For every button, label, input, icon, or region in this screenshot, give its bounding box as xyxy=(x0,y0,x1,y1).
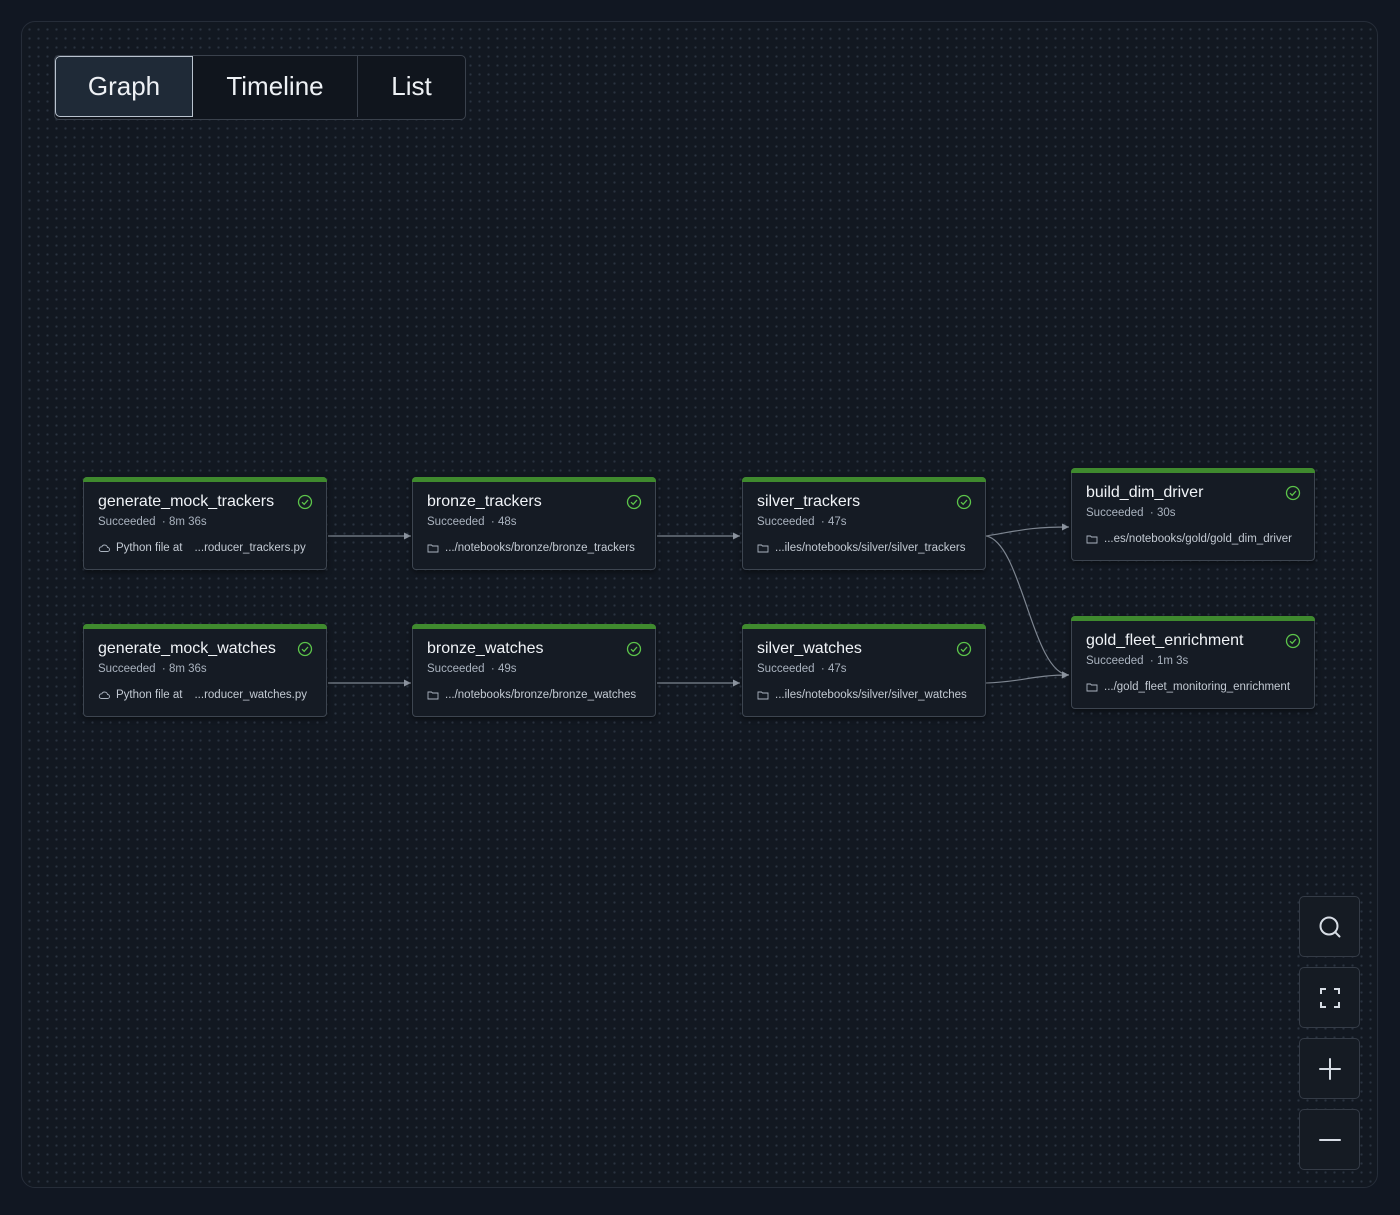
task-node-gold-fleet-enrichment[interactable]: gold_fleet_enrichment Succeeded · 1m 3s … xyxy=(1071,616,1315,709)
source-prefix: Python file at xyxy=(116,542,183,554)
search-button[interactable] xyxy=(1299,896,1360,957)
status-bar xyxy=(83,624,327,629)
task-status: Succeeded xyxy=(757,516,815,528)
task-status: Succeeded xyxy=(98,516,156,528)
graph-canvas[interactable]: Graph Timeline List generate_mock_tracke… xyxy=(21,21,1378,1188)
task-status: Succeeded xyxy=(757,663,815,675)
status-bar xyxy=(1071,616,1315,621)
source-path: .../gold_fleet_monitoring_enrichment xyxy=(1104,681,1291,693)
source-path: .../notebooks/bronze/bronze_watches xyxy=(445,689,637,701)
task-status-line: Succeeded · 47s xyxy=(757,663,847,675)
folder-icon xyxy=(757,691,769,700)
task-duration: 48s xyxy=(497,516,517,528)
task-source: .../notebooks/bronze/bronze_watches xyxy=(427,689,636,701)
task-duration: 47s xyxy=(827,516,847,528)
edge-silver-watches-to-gold-fleet-enrichment xyxy=(985,671,1070,684)
source-path: ...roducer_watches.py xyxy=(194,689,307,701)
task-title: generate_mock_trackers xyxy=(98,493,275,510)
task-status: Succeeded xyxy=(1086,655,1144,667)
folder-icon xyxy=(1086,683,1098,692)
check-circle-icon xyxy=(1285,633,1301,649)
task-title: build_dim_driver xyxy=(1086,484,1204,501)
task-node-generate-mock-trackers[interactable]: generate_mock_trackers Succeeded · 8m 36… xyxy=(83,477,327,570)
tab-timeline[interactable]: Timeline xyxy=(193,56,358,117)
folder-icon xyxy=(427,544,439,553)
task-status-line: Succeeded · 48s xyxy=(427,516,517,528)
task-source: ...iles/notebooks/silver/silver_watches xyxy=(757,689,967,701)
status-bar xyxy=(742,624,986,629)
task-node-silver-watches[interactable]: silver_watches Succeeded · 47s ...iles/n… xyxy=(742,624,986,717)
status-bar xyxy=(1071,468,1315,473)
task-source: .../notebooks/bronze/bronze_trackers xyxy=(427,542,635,554)
check-circle-icon xyxy=(956,494,972,510)
task-status: Succeeded xyxy=(427,663,485,675)
check-circle-icon xyxy=(297,494,313,510)
task-duration: 47s xyxy=(827,663,847,675)
folder-icon xyxy=(757,544,769,553)
task-duration: 1m 3s xyxy=(1156,655,1189,667)
tab-graph[interactable]: Graph xyxy=(55,56,193,117)
source-path: .../notebooks/bronze/bronze_trackers xyxy=(445,542,635,554)
task-status: Succeeded xyxy=(98,663,156,675)
task-node-bronze-watches[interactable]: bronze_watches Succeeded · 49s .../noteb… xyxy=(412,624,656,717)
source-path: ...es/notebooks/gold/gold_dim_driver xyxy=(1104,533,1292,545)
fullscreen-icon xyxy=(1319,987,1340,1008)
task-source: Python file at ...roducer_trackers.py xyxy=(98,542,306,554)
source-path: ...roducer_trackers.py xyxy=(194,542,306,554)
task-duration: 8m 36s xyxy=(168,663,207,675)
task-status-line: Succeeded · 8m 36s xyxy=(98,516,207,528)
tab-list[interactable]: List xyxy=(358,56,465,117)
task-status-line: Succeeded · 1m 3s xyxy=(1086,655,1189,667)
status-bar xyxy=(412,477,656,482)
dependency-edges xyxy=(328,523,1070,687)
task-source: Python file at ...roducer_watches.py xyxy=(98,689,307,701)
task-title: silver_trackers xyxy=(757,493,861,510)
folder-icon xyxy=(1086,535,1098,544)
task-title: gold_fleet_enrichment xyxy=(1086,632,1244,649)
source-path: ...iles/notebooks/silver/silver_watches xyxy=(775,689,967,701)
minus-icon xyxy=(1318,1138,1341,1141)
check-circle-icon xyxy=(626,641,642,657)
task-node-bronze-trackers[interactable]: bronze_trackers Succeeded · 48s .../note… xyxy=(412,477,656,570)
status-bar xyxy=(412,624,656,629)
plus-icon xyxy=(1318,1057,1341,1080)
fit-view-button[interactable] xyxy=(1299,967,1360,1028)
task-duration: 49s xyxy=(497,663,517,675)
task-status-line: Succeeded · 8m 36s xyxy=(98,663,207,675)
status-bar xyxy=(742,477,986,482)
search-icon xyxy=(1319,916,1340,937)
edge-silver-trackers-to-build-dim-driver xyxy=(985,523,1070,537)
check-circle-icon xyxy=(626,494,642,510)
zoom-in-button[interactable] xyxy=(1299,1038,1360,1099)
zoom-out-button[interactable] xyxy=(1299,1109,1360,1170)
task-node-generate-mock-watches[interactable]: generate_mock_watches Succeeded · 8m 36s… xyxy=(83,624,327,717)
edge-silver-trackers-to-gold-fleet-enrichment xyxy=(985,535,1070,679)
task-status: Succeeded xyxy=(427,516,485,528)
task-source: .../gold_fleet_monitoring_enrichment xyxy=(1086,681,1290,693)
task-status: Succeeded xyxy=(1086,507,1144,519)
task-node-silver-trackers[interactable]: silver_trackers Succeeded · 47s ...iles/… xyxy=(742,477,986,570)
folder-icon xyxy=(427,691,439,700)
source-path: ...iles/notebooks/silver/silver_trackers xyxy=(775,542,966,554)
task-title: silver_watches xyxy=(757,640,862,657)
task-title: generate_mock_watches xyxy=(98,640,276,657)
task-source: ...iles/notebooks/silver/silver_trackers xyxy=(757,542,965,554)
task-status-line: Succeeded · 30s xyxy=(1086,507,1176,519)
check-circle-icon xyxy=(1285,485,1301,501)
cloud-icon xyxy=(98,544,110,552)
source-prefix: Python file at xyxy=(116,689,183,701)
task-source: ...es/notebooks/gold/gold_dim_driver xyxy=(1086,533,1292,545)
view-tabs: Graph Timeline List xyxy=(54,55,466,120)
task-status-line: Succeeded · 47s xyxy=(757,516,847,528)
task-title: bronze_trackers xyxy=(427,493,542,510)
task-status-line: Succeeded · 49s xyxy=(427,663,517,675)
task-title: bronze_watches xyxy=(427,640,544,657)
cloud-icon xyxy=(98,691,110,699)
task-duration: 30s xyxy=(1156,507,1176,519)
task-duration: 8m 36s xyxy=(168,516,207,528)
status-bar xyxy=(83,477,327,482)
check-circle-icon xyxy=(956,641,972,657)
task-node-build-dim-driver[interactable]: build_dim_driver Succeeded · 30s ...es/n… xyxy=(1071,468,1315,561)
check-circle-icon xyxy=(297,641,313,657)
